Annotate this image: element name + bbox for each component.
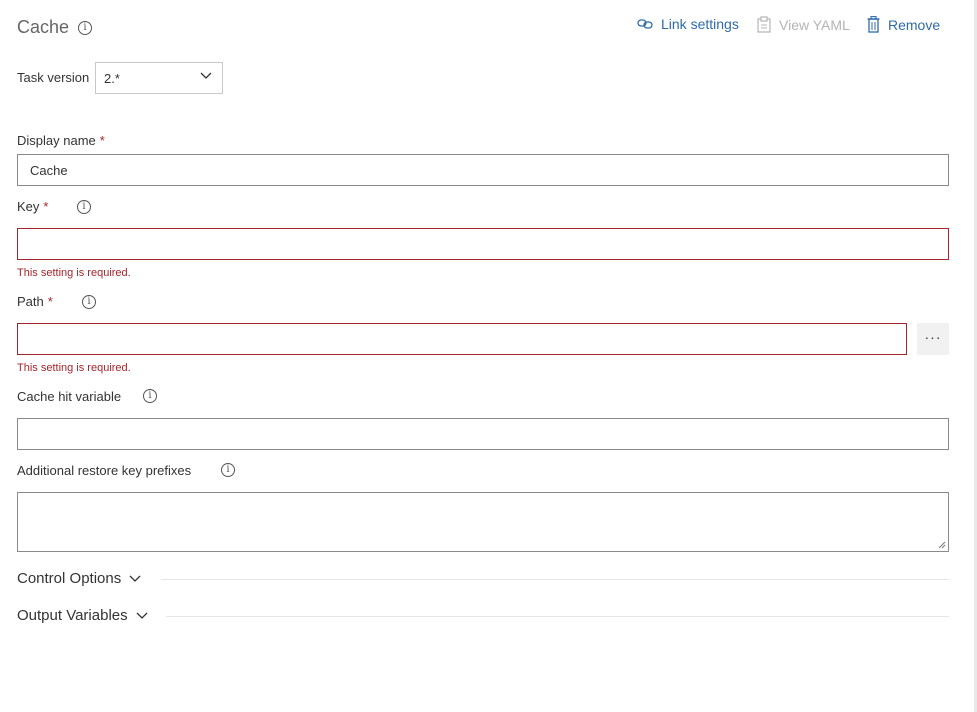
control-options-label: Control Options: [17, 570, 122, 587]
required-marker: *: [47, 294, 53, 309]
task-version-value: 2.*: [104, 70, 120, 86]
section-divider: [166, 616, 949, 617]
info-icon[interactable]: [77, 200, 91, 214]
required-marker: *: [99, 133, 105, 148]
link-icon: [637, 19, 653, 29]
remove-button[interactable]: Remove: [867, 16, 940, 33]
output-variables-label: Output Variables: [17, 607, 128, 624]
key-label-row: Key *: [17, 199, 48, 214]
path-error-message: This setting is required.: [17, 362, 131, 374]
restore-keys-label: Additional restore key prefixes: [17, 463, 192, 478]
chevron-down-icon: [129, 575, 141, 582]
section-divider: [161, 579, 949, 580]
chevron-down-icon: [136, 612, 148, 619]
link-settings-button[interactable]: Link settings: [637, 16, 739, 32]
trash-icon: [867, 16, 880, 33]
restore-keys-textarea[interactable]: [17, 492, 949, 552]
display-name-input[interactable]: Cache: [17, 154, 949, 186]
control-options-toggle[interactable]: Control Options: [17, 570, 141, 587]
link-settings-label: Link settings: [661, 16, 739, 32]
key-input[interactable]: [17, 228, 949, 260]
path-label-row: Path *: [17, 294, 53, 309]
info-icon[interactable]: [78, 21, 92, 35]
cache-hit-variable-input[interactable]: [17, 418, 949, 450]
task-header: Cache Link settings View YAML Remove: [0, 0, 970, 56]
display-name-label-row: Display name *: [17, 133, 105, 148]
info-icon[interactable]: [221, 463, 235, 477]
clipboard-icon: [757, 16, 771, 33]
cache-hit-variable-label: Cache hit variable: [17, 389, 122, 404]
display-name-value: Cache: [30, 162, 68, 178]
task-version-select[interactable]: 2.*: [95, 62, 223, 94]
info-icon[interactable]: [82, 295, 96, 309]
key-error-message: This setting is required.: [17, 267, 131, 279]
key-label: Key: [17, 199, 40, 214]
task-title: Cache: [17, 17, 70, 37]
chevron-down-icon: [200, 72, 212, 79]
output-variables-toggle[interactable]: Output Variables: [17, 607, 148, 624]
remove-label: Remove: [888, 16, 941, 33]
info-icon[interactable]: [143, 389, 157, 403]
browse-button[interactable]: ···: [917, 323, 949, 355]
view-yaml-label: View YAML: [779, 16, 850, 33]
resize-grip-icon[interactable]: [938, 541, 946, 549]
view-yaml-button[interactable]: View YAML: [757, 16, 850, 33]
required-marker: *: [43, 199, 49, 214]
display-name-label: Display name: [17, 133, 96, 148]
path-label: Path: [17, 294, 44, 309]
task-version-label: Task version: [17, 70, 90, 85]
path-input[interactable]: [17, 323, 907, 355]
